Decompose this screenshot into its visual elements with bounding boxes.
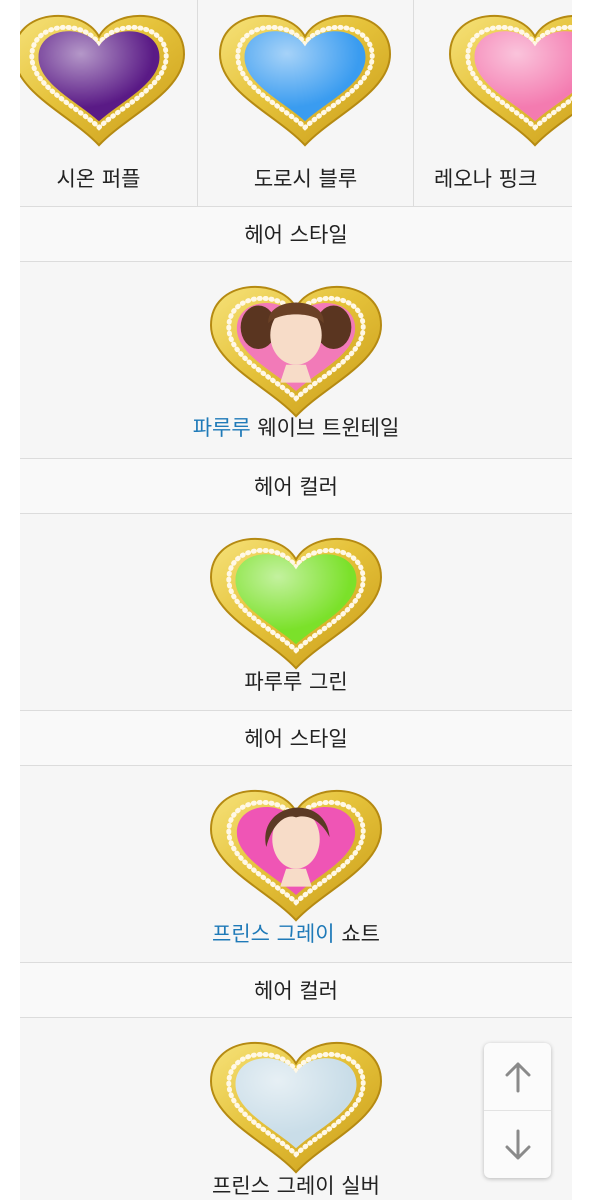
section-header-text: 헤어 컬러: [254, 475, 338, 499]
green-heart-icon: [210, 537, 382, 670]
pink-heart-icon: [449, 14, 572, 147]
color-item-blue[interactable]: 도로시 블루: [198, 0, 413, 207]
hair-style-item[interactable]: 파루루 웨이브 트윈테일: [20, 262, 572, 459]
hair-style-caption: 프린스 그레이 쇼트: [20, 918, 572, 948]
scroll-control: [484, 1043, 551, 1178]
section-header: 헤어 스타일: [20, 711, 572, 766]
character-link[interactable]: 파루루: [193, 416, 251, 440]
silver-heart-icon: [210, 1041, 382, 1174]
hair-style-name: 쇼트: [334, 922, 380, 946]
hair-style-row: 프린스 그레이 쇼트: [20, 766, 572, 963]
hair-color-label: 파루루 그린: [244, 670, 348, 694]
hair-style-name: 웨이브 트윈테일: [250, 416, 400, 440]
section-header: 헤어 컬러: [20, 963, 572, 1018]
color-item-pink[interactable]: 레오나 핑크: [414, 0, 572, 207]
purple-heart-icon: [20, 14, 185, 147]
character-link[interactable]: 프린스 그레이: [212, 922, 335, 946]
scroll-down-button[interactable]: [484, 1111, 551, 1178]
arrow-up-icon: [505, 1062, 530, 1092]
color-row: 시온 퍼플 도로시 블루 레오나 핑크: [20, 0, 572, 207]
hair-style-caption: 파루루 웨이브 트윈테일: [20, 412, 572, 442]
section-header: 헤어 컬러: [20, 459, 572, 514]
twintail-hair-heart-icon: [210, 285, 382, 418]
section-header-text: 헤어 컬러: [254, 979, 338, 1003]
section-header-text: 헤어 스타일: [244, 727, 348, 751]
color-item-purple[interactable]: 시온 퍼플: [20, 0, 197, 207]
blue-heart-icon: [219, 14, 391, 147]
hair-style-item[interactable]: 프린스 그레이 쇼트: [20, 766, 572, 963]
hair-style-row: 파루루 웨이브 트윈테일: [20, 262, 572, 459]
color-label: 시온 퍼플: [56, 167, 141, 191]
hair-catalog-table: 시온 퍼플 도로시 블루 레오나 핑크 헤어 스타일 파루루 웨이브 트윈테일 …: [20, 0, 572, 1200]
section-header: 헤어 스타일: [20, 207, 572, 262]
color-label: 레오나 핑크: [434, 167, 538, 191]
hair-color-row: 파루루 그린: [20, 514, 572, 711]
arrow-down-icon: [505, 1129, 530, 1159]
hair-color-item[interactable]: 파루루 그린: [20, 514, 572, 711]
color-label: 도로시 블루: [253, 167, 358, 191]
section-header-text: 헤어 스타일: [244, 223, 348, 247]
short-hair-heart-icon: [210, 789, 382, 922]
scroll-up-button[interactable]: [484, 1043, 551, 1110]
